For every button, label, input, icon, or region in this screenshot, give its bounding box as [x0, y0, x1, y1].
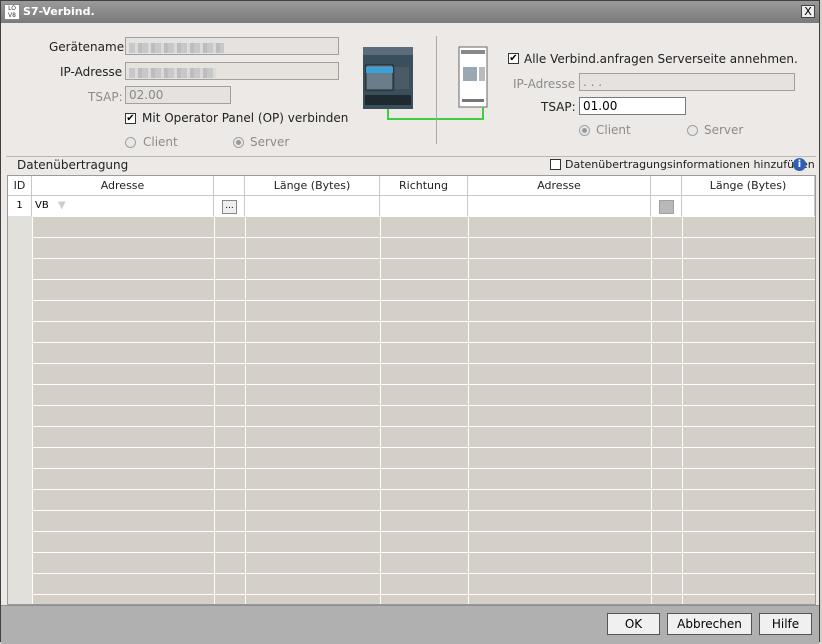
col-header-direction[interactable]: Richtung	[380, 176, 468, 196]
col-header-address[interactable]: Adresse	[32, 176, 214, 196]
col-header-browse	[214, 176, 245, 196]
ip-address-field	[125, 62, 339, 80]
row-browse-cell: ...	[214, 196, 245, 216]
col-header-address-2[interactable]: Adresse	[468, 176, 651, 196]
row-address-2[interactable]	[468, 196, 651, 216]
tsap-field: 02.00	[125, 86, 231, 104]
row-direction[interactable]	[380, 196, 468, 216]
col-header-id[interactable]: ID	[8, 176, 32, 196]
help-button[interactable]: Hilfe	[759, 613, 812, 635]
device-name-field	[125, 37, 339, 55]
ip-address-label: IP-Adresse	[60, 65, 123, 79]
app-logo-icon: LO V8	[4, 4, 20, 20]
data-transfer-label: Datenübertragung	[17, 158, 129, 172]
row-address-value: VB	[35, 200, 49, 211]
col-header-length-2[interactable]: Länge (Bytes)	[682, 176, 815, 196]
window-title: S7-Verbind.	[23, 5, 95, 18]
logo-device-dark-icon	[363, 47, 413, 109]
row-browse-cell-2	[651, 196, 682, 216]
op-panel-label: Mit Operator Panel (OP) verbinden	[142, 111, 349, 125]
server-radio[interactable]	[233, 137, 244, 148]
right-ip-address-label: IP-Adresse	[513, 77, 576, 91]
op-panel-checkbox[interactable]: ✔	[125, 113, 136, 124]
right-tsap-field[interactable]: 01.00	[579, 97, 686, 115]
right-ip-address-field[interactable]: . . .	[579, 73, 795, 91]
col-header-browse-2	[651, 176, 682, 196]
right-server-radio[interactable]	[687, 125, 698, 136]
add-info-checkbox[interactable]	[550, 159, 561, 170]
chevron-down-icon: ▼	[57, 200, 66, 211]
browse-button-2	[659, 200, 674, 214]
right-client-radio[interactable]	[579, 125, 590, 136]
close-button[interactable]: X	[801, 5, 815, 18]
server-radio-label: Server	[250, 135, 290, 149]
table-grid-lines	[8, 176, 815, 604]
row-length-2[interactable]	[682, 196, 815, 216]
right-client-radio-label: Client	[596, 123, 631, 137]
info-icon[interactable]: i	[793, 158, 806, 171]
client-radio[interactable]	[125, 137, 136, 148]
row-address-select[interactable]: VB ▼	[32, 196, 214, 216]
row-length[interactable]	[245, 196, 380, 216]
row-id: 1	[8, 196, 32, 216]
logo-device-light-icon	[458, 46, 488, 108]
device-name-label: Gerätename:	[49, 40, 129, 54]
client-radio-label: Client	[143, 135, 178, 149]
ok-button[interactable]: OK	[607, 613, 660, 635]
accept-all-label: Alle Verbind.anfragen Serverseite annehm…	[524, 52, 798, 66]
col-header-length[interactable]: Länge (Bytes)	[245, 176, 380, 196]
cancel-button[interactable]: Abbrechen	[667, 613, 752, 635]
right-server-radio-label: Server	[704, 123, 744, 137]
connection-diagram-icon	[363, 46, 488, 120]
browse-button[interactable]: ...	[222, 200, 237, 214]
dialog-window: LO V8 S7-Verbind. X Gerätename: IP-Adress…	[0, 0, 820, 644]
tsap-label: TSAP:	[88, 90, 123, 104]
title-bar[interactable]: LO V8 S7-Verbind. X	[1, 1, 819, 23]
vertical-separator	[436, 36, 437, 144]
accept-all-checkbox[interactable]: ✔	[508, 53, 519, 64]
data-transfer-table: ID Adresse Länge (Bytes) Richtung Adress…	[7, 175, 816, 605]
right-tsap-label: TSAP:	[541, 100, 576, 114]
add-info-label: Datenübertragungsinformationen hinzufüge…	[565, 158, 815, 171]
